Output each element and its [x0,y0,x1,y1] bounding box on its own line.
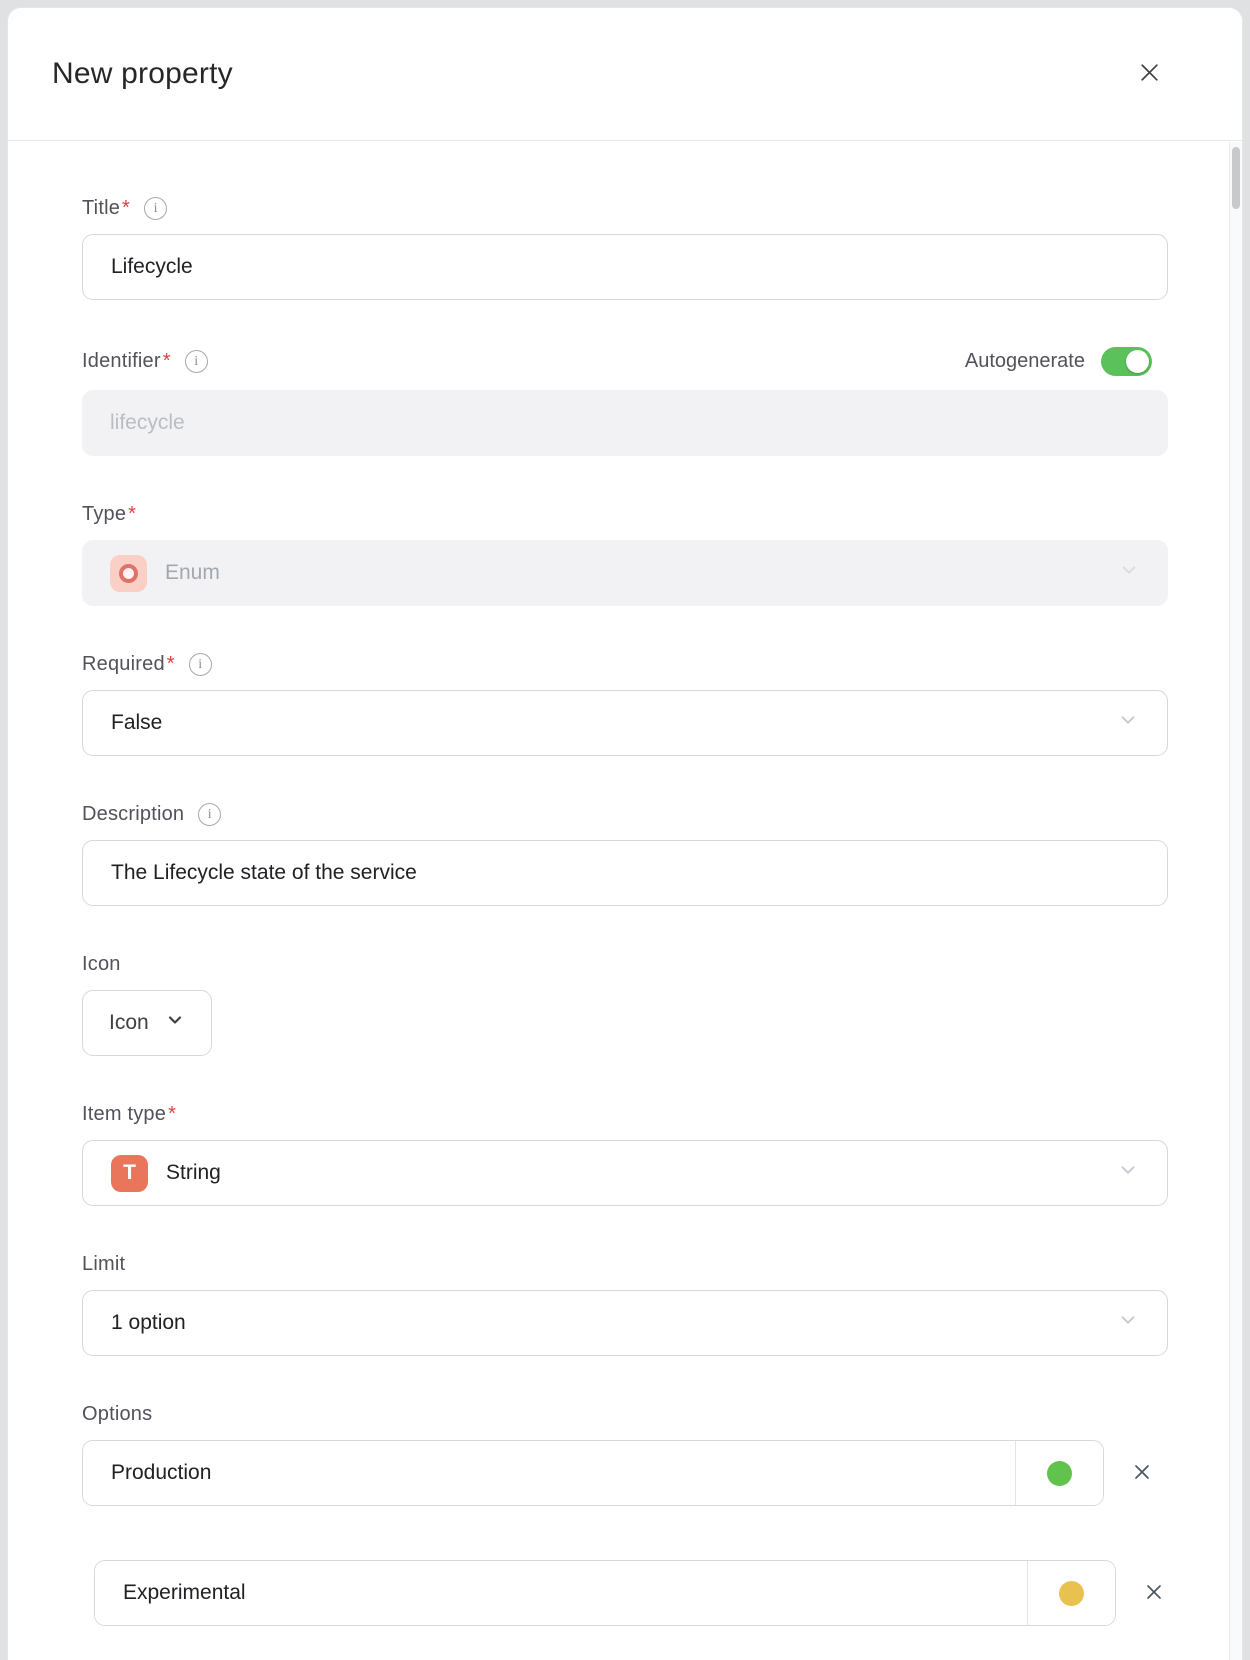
required-marker: * [122,197,130,219]
color-dot [1059,1581,1084,1606]
required-label: Required* [82,653,175,676]
field-required: Required* i False [82,653,1152,756]
chevron-down-icon [1118,559,1140,587]
option-input[interactable] [95,1561,1027,1625]
identifier-input [82,390,1168,456]
required-select-value: False [111,711,162,735]
chevron-down-icon [1117,1309,1139,1337]
info-icon: i [185,350,208,373]
autogenerate-toggle[interactable] [1101,347,1152,376]
description-label: Description [82,803,184,826]
required-marker: * [167,653,175,675]
new-property-modal: New property Title* i Identifier* i [7,7,1243,1660]
required-marker: * [128,503,136,525]
modal-header: New property [8,8,1242,141]
enum-icon [110,555,147,592]
remove-option-button[interactable] [1142,1578,1166,1608]
required-select[interactable]: False [82,690,1168,756]
chevron-down-icon [1117,1159,1139,1187]
item-type-label: Item type* [82,1103,176,1126]
close-icon [1136,59,1163,89]
field-type: Type* Enum [82,503,1152,606]
limit-label: Limit [82,1253,125,1276]
item-type-select[interactable]: T String [82,1140,1168,1206]
info-icon: i [144,197,167,220]
option-row [82,1440,1152,1506]
scrollbar-thumb[interactable] [1232,147,1240,209]
icon-label: Icon [82,953,121,976]
required-marker: * [168,1103,176,1125]
modal-body: Title* i Identifier* i Autogenerate [8,141,1242,1660]
field-icon: Icon Icon [82,953,1152,1056]
field-title: Title* i [82,197,1152,300]
chevron-down-icon [165,1010,185,1036]
type-select-value: Enum [165,561,220,585]
remove-icon [1142,1580,1166,1607]
limit-select-value: 1 option [111,1311,186,1335]
required-marker: * [163,350,171,372]
field-options: Options [82,1403,1152,1626]
item-type-select-value: String [166,1161,221,1185]
info-icon: i [189,653,212,676]
remove-option-button[interactable] [1130,1458,1154,1488]
field-limit: Limit 1 option [82,1253,1152,1356]
option-color-button[interactable] [1015,1441,1103,1505]
type-select: Enum [82,540,1168,606]
option-box [94,1560,1116,1626]
chevron-down-icon [1117,709,1139,737]
option-color-button[interactable] [1027,1561,1115,1625]
info-icon: i [198,803,221,826]
autogenerate-label: Autogenerate [965,350,1085,373]
field-identifier: Identifier* i Autogenerate [82,347,1152,456]
remove-icon [1130,1460,1154,1487]
toggle-knob [1126,350,1149,373]
option-box [82,1440,1104,1506]
icon-picker-button[interactable]: Icon [82,990,212,1056]
limit-select[interactable]: 1 option [82,1290,1168,1356]
modal-title: New property [52,57,233,91]
description-input[interactable] [82,840,1168,906]
option-row [94,1560,1152,1626]
field-description: Description i [82,803,1152,906]
title-input[interactable] [82,234,1168,300]
identifier-label: Identifier* [82,350,171,373]
option-input[interactable] [83,1441,1015,1505]
icon-picker-label: Icon [109,1011,149,1035]
title-label: Title* [82,197,130,220]
field-item-type: Item type* T String [82,1103,1152,1206]
close-button[interactable] [1132,57,1166,91]
string-type-icon: T [111,1155,148,1192]
options-label: Options [82,1403,152,1426]
scrollbar[interactable] [1229,142,1242,1660]
type-label: Type* [82,503,136,526]
color-dot [1047,1461,1072,1486]
